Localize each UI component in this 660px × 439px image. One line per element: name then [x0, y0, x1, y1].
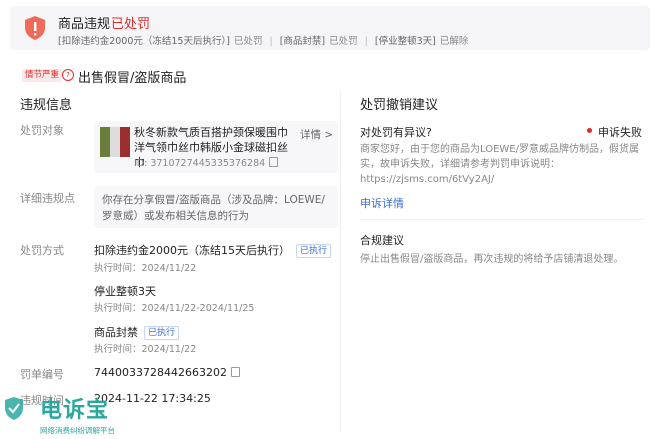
- product-id-text: ID: 3710727445335376284: [134, 158, 266, 169]
- executed-badge: 已执行: [144, 326, 180, 340]
- shield-logo-icon: [5, 397, 23, 420]
- violation-status: 已处罚: [111, 17, 151, 32]
- product-id: ID: 3710727445335376284: [134, 157, 279, 169]
- warning-shield-icon: [25, 16, 45, 40]
- column-divider: [340, 92, 341, 432]
- penalty-tag-list: [扣除违约金2000元（冻结15天后执行）] 已处罚 | [商品封禁] 已处罚 | [停…: [58, 33, 472, 47]
- penalty-item-text: 停业整顿3天: [94, 285, 156, 298]
- penalty-tag-status: 已处罚: [233, 36, 263, 47]
- appeal-description: 商家您好，由于您的商品为LOEWE/罗意威品牌仿制品，假货属实，故申诉失败，详细…: [360, 144, 639, 185]
- violation-summary-bar: 商品违规 已处罚 [扣除违约金2000元（冻结15天后执行）] 已处罚 | [商品封…: [10, 6, 650, 50]
- copy-icon[interactable]: [269, 157, 279, 167]
- status-dot-icon: [587, 128, 592, 133]
- product-card[interactable]: 秋冬新款气质百搭护颈保暖围巾洋气领巾丝巾韩版小金球磁扣丝巾 ID: 371072…: [94, 121, 338, 173]
- product-thumbnail: [100, 127, 130, 157]
- revoke-suggestion-title: 处罚撤销建议: [360, 98, 439, 113]
- compliance-title: 合规建议: [360, 234, 404, 247]
- severity-badge: 情节严重: [22, 69, 63, 82]
- violation-headline: 出售假冒/盗版商品: [78, 71, 187, 86]
- violation-info-title: 违规信息: [20, 98, 73, 113]
- penalty-item-time: 执行时间：2024/11/22-2024/11/25: [94, 303, 255, 314]
- compliance-text: 停止出售假冒/盗版商品，再次违规的将给予店铺清退处理。: [360, 254, 624, 265]
- watermark-title: 电诉宝: [40, 398, 110, 423]
- penalty-tag-label: [商品封禁]: [279, 36, 326, 47]
- violation-detail-text: 你存在分享假冒/盗版商品（涉及品牌：LOEWE/罗意威）或发布相关信息的行为: [94, 186, 338, 228]
- penalty-item-time: 执行时间：2024/11/22: [94, 263, 197, 274]
- penalty-tag-status: 已解除: [439, 36, 469, 47]
- watermark-subtitle: 网络消费纠纷调解平台: [40, 426, 115, 435]
- penalty-tag-label: [停业整顿3天]: [374, 36, 436, 47]
- appeal-question: 对处罚有异议?: [360, 126, 432, 139]
- copy-icon[interactable]: [230, 367, 240, 377]
- ticket-number-value: 7440033728442663202: [94, 366, 227, 379]
- penalty-item: 扣除违约金2000元（冻结15天后执行） 已执行: [94, 242, 332, 258]
- violation-detail-label: 详细违规点: [20, 192, 75, 205]
- penalty-target-label: 处罚对象: [20, 124, 64, 137]
- ticket-number-label: 罚单编号: [20, 368, 64, 381]
- appeal-status: 申诉失败: [598, 126, 642, 139]
- product-detail-link[interactable]: 详情 >: [300, 127, 333, 142]
- ticket-number: 7440033728442663202: [94, 366, 240, 379]
- penalty-item-text: 商品封禁: [94, 326, 138, 339]
- penalty-item-time: 执行时间：2024/11/22: [94, 344, 197, 355]
- separator: |: [269, 36, 273, 47]
- violation-type-title: 商品违规: [58, 17, 111, 32]
- help-icon[interactable]: ?: [62, 69, 74, 81]
- divider: [360, 219, 645, 220]
- penalty-item: 商品封禁 已执行: [94, 324, 180, 340]
- executed-badge: 已执行: [296, 244, 332, 258]
- appeal-detail-link[interactable]: 申诉详情: [360, 195, 404, 211]
- penalty-tag-status: 已处罚: [329, 36, 358, 47]
- separator: |: [364, 36, 368, 47]
- penalty-tag-label: [扣除违约金2000元（冻结15天后执行）]: [58, 36, 230, 47]
- penalty-item-text: 扣除违约金2000元（冻结15天后执行）: [94, 244, 290, 257]
- watermark-logo: 电诉宝 网络消费纠纷调解平台: [0, 384, 200, 439]
- penalty-method-label: 处罚方式: [20, 244, 64, 257]
